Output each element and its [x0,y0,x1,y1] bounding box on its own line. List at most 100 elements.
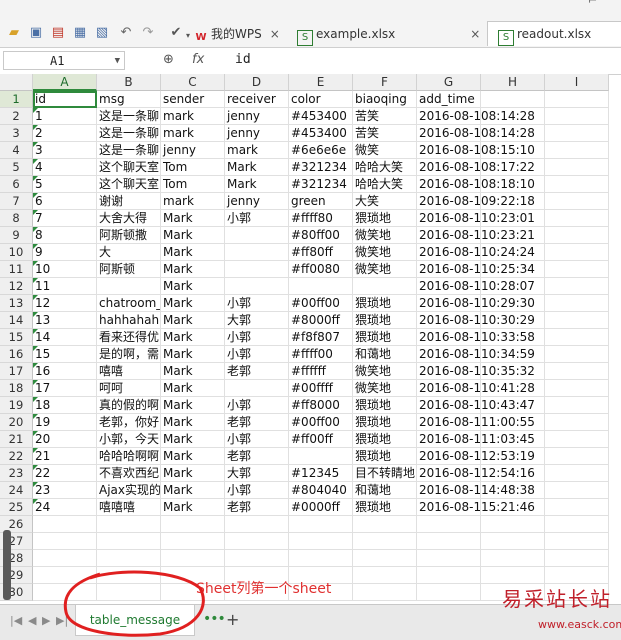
table-cell[interactable] [545,159,609,176]
row-header[interactable]: 2 [0,108,33,125]
table-cell[interactable]: #321234 [289,159,353,176]
table-cell[interactable]: 看来还得优 [97,329,161,346]
table-cell[interactable]: 这是一条聊 [97,125,161,142]
table-cell[interactable] [545,244,609,261]
table-cell[interactable] [289,448,353,465]
table-cell[interactable] [545,329,609,346]
table-cell[interactable]: 6 [33,193,97,210]
table-cell[interactable]: 哈哈哈啊啊 [97,448,161,465]
table-cell[interactable]: #8000ff [289,312,353,329]
table-cell[interactable]: 11:00:55 [481,414,545,431]
table-cell[interactable] [97,278,161,295]
table-cell[interactable]: 大 [97,244,161,261]
table-cell[interactable] [161,516,225,533]
table-cell[interactable]: 2 [33,125,97,142]
table-cell[interactable] [545,482,609,499]
table-cell[interactable]: 和蔼地 [353,346,417,363]
table-cell[interactable] [353,533,417,550]
table-cell[interactable]: #f8f807 [289,329,353,346]
table-cell[interactable]: 08:18:10 [481,176,545,193]
column-header[interactable]: A [33,74,97,91]
table-cell[interactable]: 4 [33,159,97,176]
table-cell[interactable] [353,550,417,567]
table-cell[interactable] [481,550,545,567]
table-cell[interactable]: 2016-08-16 [417,431,481,448]
table-cell[interactable] [545,448,609,465]
name-box[interactable]: A1 ▼ [3,51,125,70]
table-cell[interactable] [353,278,417,295]
table-cell[interactable] [545,380,609,397]
table-cell[interactable] [97,533,161,550]
table-cell[interactable] [545,567,609,584]
row-header[interactable]: 5 [0,159,33,176]
table-cell[interactable]: 小郭 [225,431,289,448]
table-cell[interactable]: Mark [161,380,225,397]
column-header[interactable]: D [225,74,289,91]
table-cell[interactable]: 14 [33,329,97,346]
table-cell[interactable]: 13 [33,312,97,329]
table-cell[interactable]: 老郭，你好 [97,414,161,431]
table-cell[interactable]: 猥琐地 [353,414,417,431]
row-header[interactable]: 10 [0,244,33,261]
table-cell[interactable] [545,550,609,567]
table-cell[interactable]: 2016-08-16 [417,227,481,244]
table-cell[interactable] [545,516,609,533]
table-cell[interactable]: 苦笑 [353,125,417,142]
table-cell[interactable] [417,567,481,584]
table-cell[interactable]: receiver [225,91,289,108]
table-cell[interactable] [417,584,481,601]
table-cell[interactable]: #ffffff [289,363,353,380]
table-cell[interactable]: 嘻嘻 [97,363,161,380]
table-cell[interactable]: #453400 [289,108,353,125]
row-header[interactable]: 8 [0,210,33,227]
table-cell[interactable]: 2016-08-16 [417,142,481,159]
table-cell[interactable]: Mark [161,414,225,431]
table-cell[interactable]: 20 [33,431,97,448]
table-cell[interactable]: id [33,91,97,108]
table-cell[interactable]: 09:22:18 [481,193,545,210]
table-cell[interactable] [545,142,609,159]
row-header[interactable]: 3 [0,125,33,142]
table-cell[interactable]: 22 [33,465,97,482]
table-cell[interactable]: 2016-08-16 [417,363,481,380]
table-cell[interactable]: 大舍大得 [97,210,161,227]
table-cell[interactable] [225,244,289,261]
table-cell[interactable]: 21 [33,448,97,465]
table-cell[interactable]: green [289,193,353,210]
table-cell[interactable]: 猥琐地 [353,329,417,346]
table-cell[interactable]: 10:43:47 [481,397,545,414]
table-cell[interactable]: 8 [33,227,97,244]
tab-readout-xlsx[interactable]: Sreadout.xlsx [487,21,621,46]
table-cell[interactable]: 哈哈大笑 [353,159,417,176]
table-cell[interactable]: 10:23:01 [481,210,545,227]
table-cell[interactable]: 老郭 [225,414,289,431]
table-cell[interactable] [545,312,609,329]
table-cell[interactable]: 微笑地 [353,261,417,278]
table-cell[interactable] [225,278,289,295]
table-cell[interactable]: 微笑地 [353,244,417,261]
table-cell[interactable]: #321234 [289,176,353,193]
table-cell[interactable] [289,533,353,550]
table-cell[interactable]: 2016-08-16 [417,499,481,516]
print-icon[interactable]: ▦ [72,25,88,41]
table-cell[interactable]: 08:14:28 [481,125,545,142]
column-header[interactable]: G [417,74,481,91]
table-cell[interactable]: Mark [161,295,225,312]
table-cell[interactable]: 10:30:29 [481,312,545,329]
table-cell[interactable] [481,91,545,108]
chevron-down-icon[interactable]: ▼ [115,52,120,71]
table-cell[interactable]: 10 [33,261,97,278]
add-sheet-button[interactable]: + [226,610,239,629]
row-header[interactable]: 1 [0,91,33,108]
table-cell[interactable] [545,91,609,108]
table-cell[interactable]: 2016-08-16 [417,448,481,465]
table-cell[interactable]: 这个聊天室 [97,159,161,176]
table-cell[interactable] [545,465,609,482]
table-cell[interactable] [417,550,481,567]
table-cell[interactable]: Mark [161,312,225,329]
table-cell[interactable]: #00ff00 [289,414,353,431]
table-cell[interactable]: 小郭 [225,295,289,312]
table-cell[interactable] [225,550,289,567]
table-cell[interactable]: 小郭，今天 [97,431,161,448]
table-cell[interactable] [481,533,545,550]
